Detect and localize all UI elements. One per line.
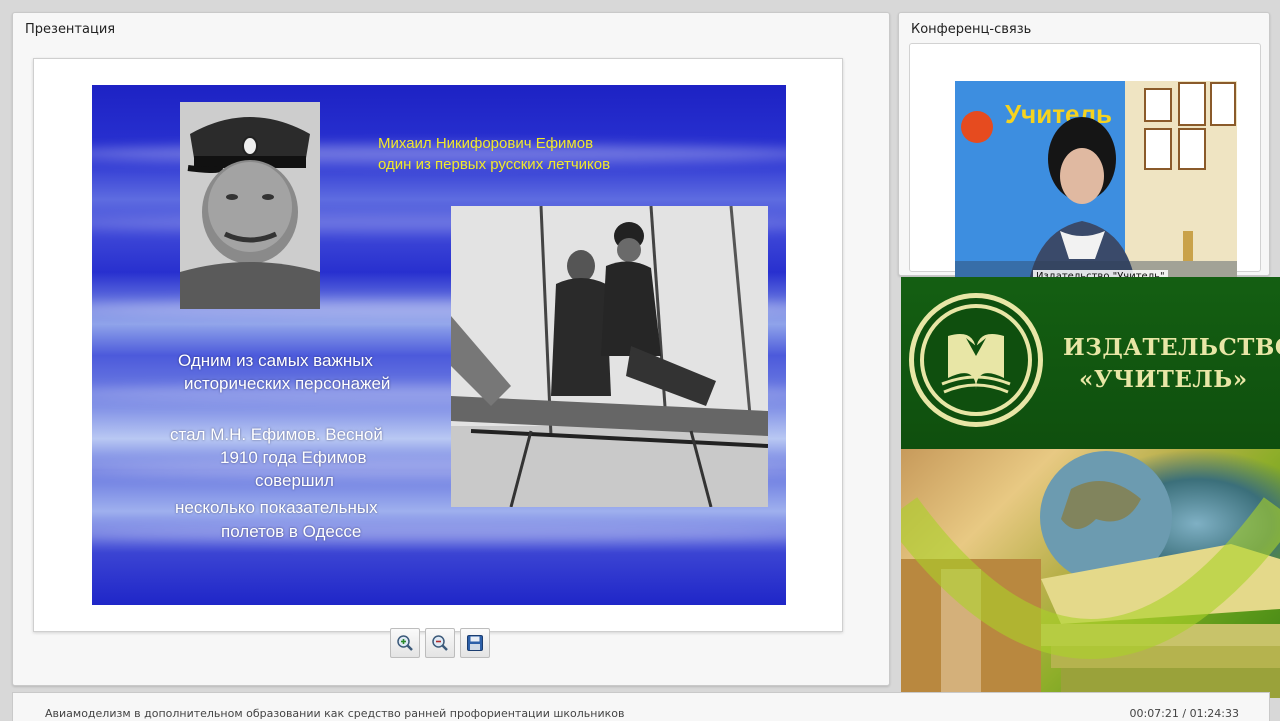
slide-body-line: совершил: [255, 471, 334, 490]
publisher-logo: [909, 293, 1043, 427]
slide-body-line: несколько показательных: [175, 498, 378, 517]
slide-body-line: исторических персонажей: [184, 374, 391, 393]
footer-bar: Авиамоделизм в дополнительном образовани…: [12, 692, 1270, 721]
publisher-banner: ИЗДАТЕЛЬСТВО «УЧИТЕЛЬ»: [901, 277, 1280, 698]
presentation-panel: Презентация Михаил Никифорович Ефимов од…: [12, 12, 890, 686]
portrait-photo: [180, 102, 320, 309]
banner-image: [901, 449, 1280, 698]
presentation-title: Презентация: [25, 22, 116, 37]
slide-caption-name: Михаил Никифорович Ефимов: [378, 135, 594, 152]
video-feed[interactable]: Учитель Издательство "Учитель": [955, 81, 1237, 293]
playback-time: 00:07:21 / 01:24:33: [1129, 707, 1239, 720]
zoom-in-icon: [397, 635, 413, 651]
video-frame: Учитель Издательство "Учитель": [909, 43, 1261, 293]
conference-title: Конференц-связь: [911, 22, 1032, 37]
zoom-in-button[interactable]: [390, 628, 420, 658]
save-button[interactable]: [460, 628, 490, 658]
webinar-title: Авиамоделизм в дополнительном образовани…: [45, 707, 625, 720]
banner-publisher-line1: ИЗДАТЕЛЬСТВО: [1063, 334, 1280, 361]
slide-body-line: Одним из самых важных: [178, 351, 373, 370]
slide-body-line: 1910 года Ефимов: [220, 448, 367, 467]
slide-background-wave: [92, 525, 786, 543]
banner-publisher-line2: «УЧИТЕЛЬ»: [1079, 366, 1248, 393]
slide-viewport[interactable]: Михаил Никифорович Ефимов один из первых…: [33, 58, 843, 632]
zoom-out-button[interactable]: [425, 628, 455, 658]
slide-caption-subtitle: один из первых русских летчиков: [378, 156, 611, 173]
slide-body-line: полетов в Одессе: [221, 522, 362, 541]
save-icon: [467, 635, 483, 651]
presentation-toolbar: [390, 628, 490, 658]
airplane-photo: [451, 206, 768, 507]
zoom-out-icon: [432, 635, 448, 651]
banner-header: ИЗДАТЕЛЬСТВО «УЧИТЕЛЬ»: [901, 277, 1280, 449]
slide: Михаил Никифорович Ефимов один из первых…: [92, 85, 786, 605]
slide-body-line: стал М.Н. Ефимов. Весной: [170, 425, 383, 444]
conference-panel: Конференц-связь Учитель Издательство ": [898, 12, 1270, 293]
